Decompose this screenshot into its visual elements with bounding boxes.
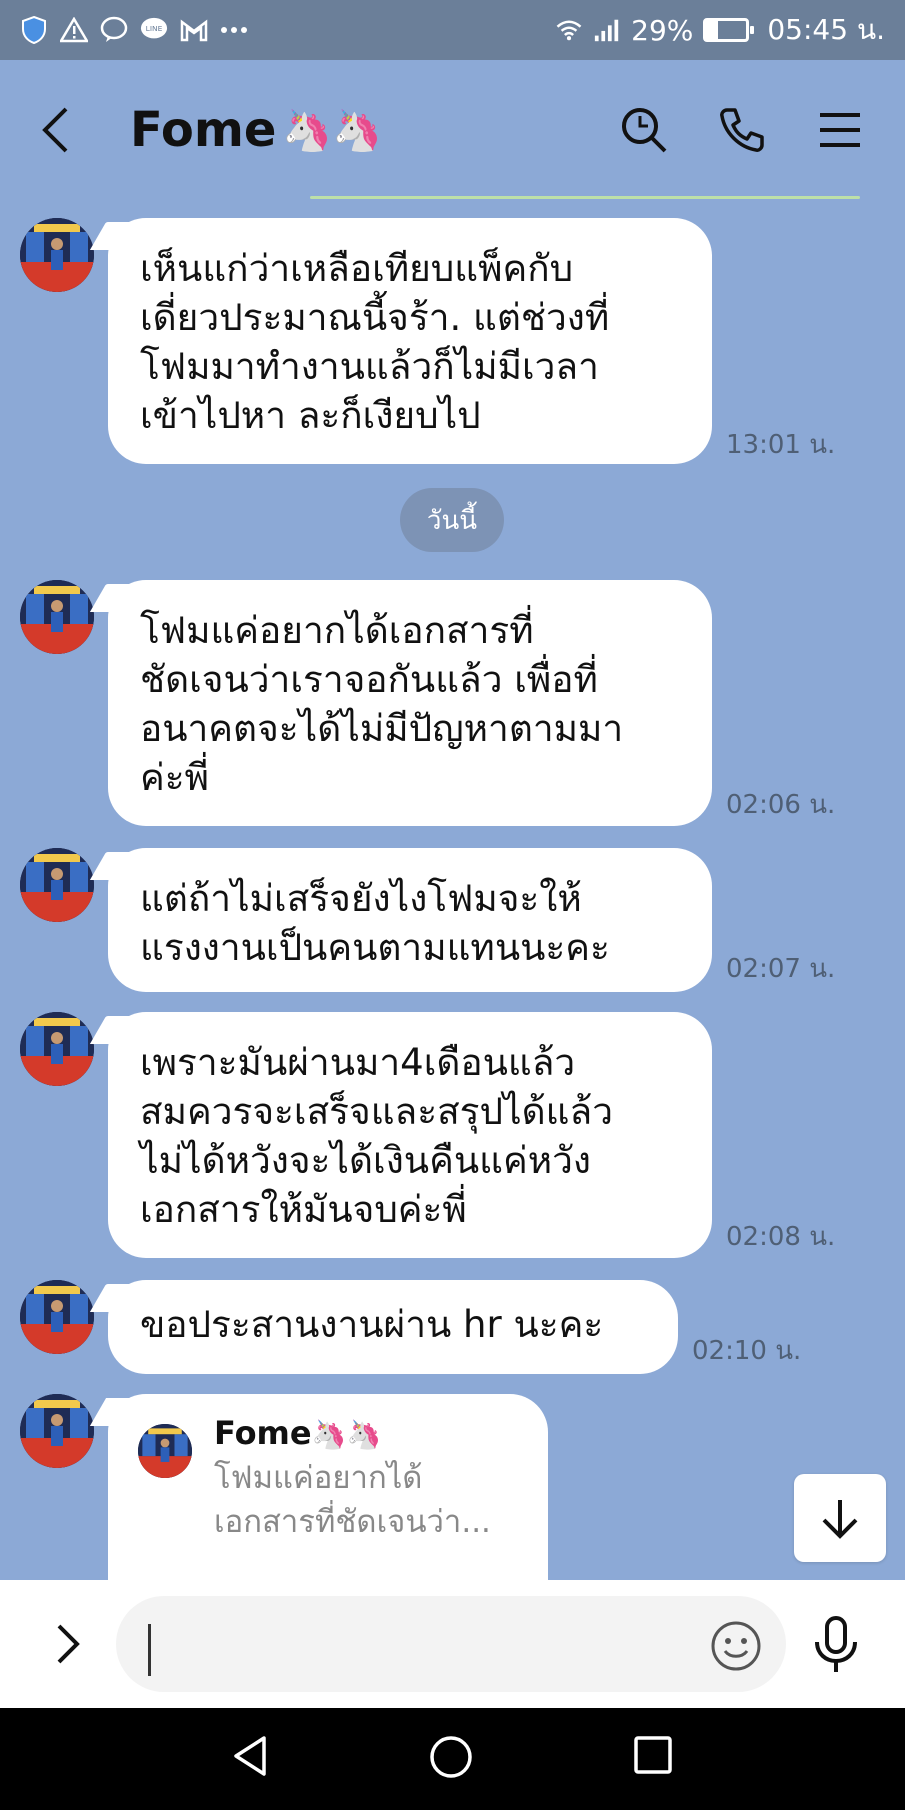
notification-icons: LINE bbox=[20, 16, 248, 44]
chevron-right-icon bbox=[57, 1624, 80, 1664]
triangle-back-icon bbox=[234, 1736, 266, 1776]
circle-home-icon bbox=[430, 1736, 472, 1778]
clock: 05:45 น. bbox=[767, 13, 885, 46]
battery-icon bbox=[703, 18, 755, 42]
date-divider: วันนี้ bbox=[400, 488, 504, 552]
avatar[interactable] bbox=[20, 1280, 94, 1354]
svg-text:LINE: LINE bbox=[146, 24, 163, 33]
emoji-button[interactable] bbox=[710, 1620, 762, 1672]
message-text: ขอประสานงานผ่าน hr นะคะ bbox=[140, 1303, 604, 1346]
line-icon: LINE bbox=[140, 16, 168, 44]
microphone-icon bbox=[815, 1616, 857, 1672]
message-time: 02:10 น. bbox=[692, 1336, 802, 1366]
message-time: 02:07 น. bbox=[726, 954, 836, 984]
chat-header: Fome 🦄🦄 bbox=[0, 60, 905, 200]
nav-recents-button[interactable] bbox=[632, 1734, 682, 1784]
reply-sender-name: Fome bbox=[214, 1414, 312, 1452]
text-caret bbox=[148, 1624, 151, 1676]
hamburger-menu-icon bbox=[820, 113, 860, 147]
message-time: 02:06 น. bbox=[726, 790, 836, 820]
message-bubble[interactable]: เห็นแก่ว่าเหลือเทียบแพ็คกับ เดี่ยวประมาณ… bbox=[108, 218, 712, 464]
message-bubble[interactable]: แต่ถ้าไม่เสร็จยังไงโฟมจะให้ แรงงานเป็นคน… bbox=[108, 848, 712, 992]
wifi-icon bbox=[555, 16, 583, 44]
system-status: 29% 05:45 น. bbox=[555, 8, 885, 52]
system-navigation-bar bbox=[0, 1708, 905, 1810]
reply-sender-emoji: 🦄🦄 bbox=[311, 1418, 382, 1451]
message-text: โฟมแค่อยากได้เอกสารที่ ชัดเจนว่าเราจอกัน… bbox=[140, 609, 624, 799]
message-text: เห็นแก่ว่าเหลือเทียบแพ็คกับ เดี่ยวประมาณ… bbox=[140, 247, 610, 437]
message-input-bar bbox=[0, 1580, 905, 1708]
contact-name: Fome bbox=[130, 102, 277, 158]
pinned-strip bbox=[310, 196, 860, 199]
shield-icon bbox=[20, 16, 48, 44]
arrow-down-icon bbox=[822, 1500, 858, 1539]
battery-percent: 29% bbox=[631, 13, 694, 47]
reply-avatar bbox=[138, 1424, 192, 1478]
call-button[interactable] bbox=[717, 105, 767, 155]
message-text: เพราะมันผ่านมา4เดือนแล้ว สมควรจะเสร็จและ… bbox=[140, 1041, 613, 1231]
avatar[interactable] bbox=[20, 218, 94, 292]
square-recents-icon bbox=[634, 1736, 672, 1774]
expand-menu-button[interactable] bbox=[36, 1612, 100, 1676]
contact-emoji: 🦄🦄 bbox=[282, 107, 382, 154]
nav-home-button[interactable] bbox=[428, 1734, 478, 1784]
chat-title[interactable]: Fome 🦄🦄 bbox=[130, 102, 382, 158]
gmail-icon bbox=[180, 16, 208, 44]
message-bubble[interactable]: โฟมแค่อยากได้เอกสารที่ ชัดเจนว่าเราจอกัน… bbox=[108, 580, 712, 826]
message-input[interactable] bbox=[116, 1596, 786, 1692]
search-button[interactable] bbox=[619, 105, 669, 155]
back-button[interactable] bbox=[40, 100, 90, 160]
message-time: 13:01 น. bbox=[726, 430, 836, 460]
phone-icon bbox=[720, 108, 764, 152]
message-time: 02:08 น. bbox=[726, 1222, 836, 1252]
back-arrow-icon bbox=[42, 107, 68, 153]
warning-icon bbox=[60, 16, 88, 44]
message-text: แต่ถ้าไม่เสร็จยังไงโฟมจะให้ แรงงานเป็นคน… bbox=[140, 877, 610, 969]
status-bar: LINE 29% 05:45 น. bbox=[0, 0, 905, 60]
reply-sender: Fome🦄🦄 bbox=[214, 1414, 381, 1452]
header-actions bbox=[619, 105, 865, 155]
avatar[interactable] bbox=[20, 848, 94, 922]
smiley-icon bbox=[711, 1621, 761, 1671]
menu-button[interactable] bbox=[815, 105, 865, 155]
reply-preview: โฟมแค่อยากได้ เอกสารที่ชัดเจนว่า... bbox=[214, 1460, 491, 1540]
message-bubble[interactable]: เพราะมันผ่านมา4เดือนแล้ว สมควรจะเสร็จและ… bbox=[108, 1012, 712, 1258]
scroll-to-bottom-button[interactable] bbox=[794, 1474, 886, 1562]
battery-level bbox=[706, 21, 718, 39]
message-bubble[interactable]: ขอประสานงานผ่าน hr นะคะ bbox=[108, 1280, 678, 1374]
messenger-icon bbox=[100, 16, 128, 44]
signal-icon bbox=[593, 16, 621, 44]
avatar[interactable] bbox=[20, 1012, 94, 1086]
nav-back-button[interactable] bbox=[228, 1734, 278, 1784]
voice-button[interactable] bbox=[812, 1616, 868, 1676]
more-notifications-icon bbox=[220, 16, 248, 44]
avatar[interactable] bbox=[20, 580, 94, 654]
reply-message-card[interactable]: Fome🦄🦄 โฟมแค่อยากได้ เอกสารที่ชัดเจนว่า.… bbox=[108, 1394, 548, 1594]
avatar[interactable] bbox=[20, 1394, 94, 1468]
search-icon bbox=[622, 108, 667, 153]
